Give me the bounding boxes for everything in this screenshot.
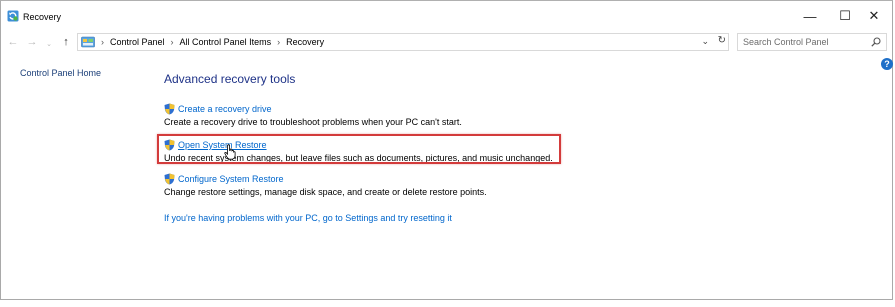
search-box[interactable] [737,33,887,51]
recovery-window: Recovery — ☐ ✕ ← → ⌄ ↑ › Control Panel ›… [0,0,893,300]
control-panel-icon [81,36,95,48]
breadcrumb-separator: › [277,37,281,47]
maximize-button[interactable]: ☐ [830,5,860,27]
recovery-icon [7,10,19,22]
title-bar: Recovery — ☐ ✕ [1,1,892,32]
search-input[interactable] [743,37,863,47]
breadcrumb-control-panel[interactable]: Control Panel [110,37,165,47]
create-recovery-drive-link[interactable]: Create a recovery drive [178,104,272,114]
uac-shield-icon [164,103,175,115]
control-panel-home-link[interactable]: Control Panel Home [20,68,101,78]
navigation-bar: ← → ⌄ ↑ › Control Panel › All Control Pa… [1,32,892,54]
configure-system-restore-link[interactable]: Configure System Restore [178,174,284,184]
task-configure-system-restore: Configure System Restore Change restore … [164,173,487,197]
page-title: Advanced recovery tools [164,72,296,86]
breadcrumb-all-control-panel-items[interactable]: All Control Panel Items [180,37,272,47]
highlight-annotation-box [157,134,561,164]
left-navigation-pane: Control Panel Home [20,68,101,78]
close-button[interactable]: ✕ [859,5,889,27]
task-description: Change restore settings, manage disk spa… [164,187,487,197]
task-description: Create a recovery drive to troubleshoot … [164,117,462,127]
breadcrumb-separator: › [170,37,174,47]
search-icon[interactable] [871,37,881,47]
hand-pointer-cursor-icon [224,144,236,160]
task-create-recovery-drive: Create a recovery drive Create a recover… [164,103,462,127]
breadcrumb-recovery[interactable]: Recovery [286,37,324,47]
address-bar[interactable]: › Control Panel › All Control Panel Item… [77,33,729,51]
uac-shield-icon [164,173,175,185]
breadcrumb-separator: › [101,37,104,47]
minimize-button[interactable]: — [795,5,825,27]
forward-arrow-icon[interactable]: → [25,34,39,50]
help-icon[interactable]: ? [881,58,893,70]
recent-locations-chevron-icon[interactable]: ⌄ [42,36,56,52]
address-dropdown-icon[interactable]: ⌄ [701,36,709,47]
reset-pc-settings-link[interactable]: If you're having problems with your PC, … [164,213,452,223]
up-arrow-icon[interactable]: ↑ [59,34,73,50]
refresh-icon[interactable]: ↻ [718,35,726,46]
window-title: Recovery [23,12,62,22]
back-arrow-icon[interactable]: ← [6,34,20,50]
